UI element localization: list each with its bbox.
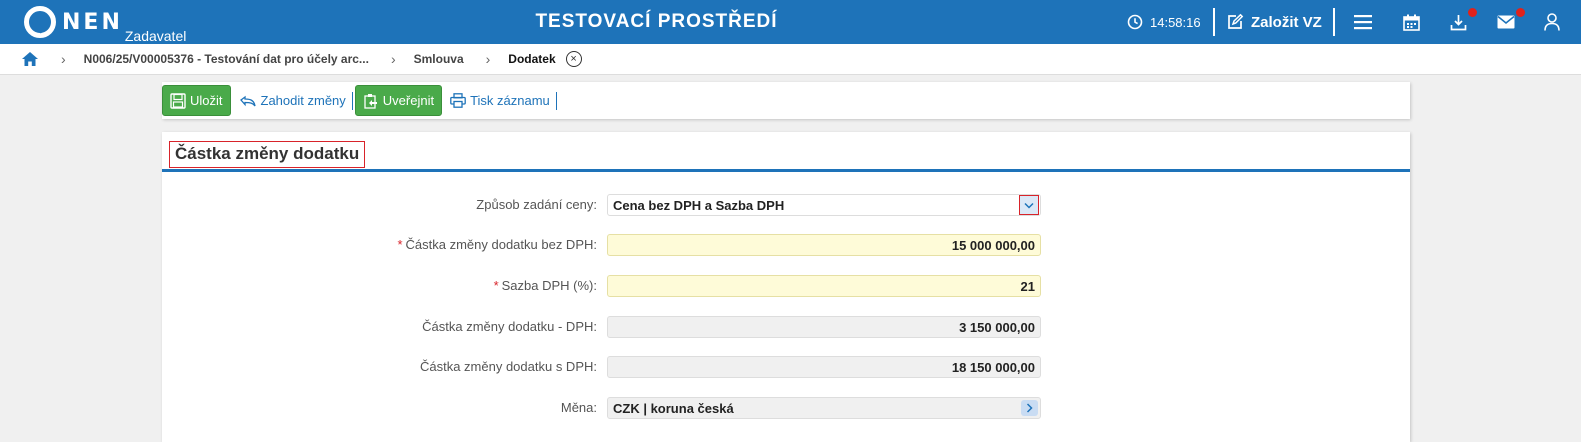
breadcrumb: › N006/25/V00005376 - Testování dat pro … [0,44,1581,75]
breadcrumb-item-tender[interactable]: N006/25/V00005376 - Testování dat pro úč… [84,52,369,66]
panel-header: Částka změny dodatku [162,132,1410,172]
home-icon[interactable] [21,51,39,67]
downloads-badge [1468,8,1477,17]
user-icon [1544,13,1560,31]
messages-badge [1516,8,1525,17]
publish-button[interactable]: Uveřejnit [354,85,443,116]
header-divider [1333,8,1335,36]
download-icon [1450,14,1467,30]
calendar-icon [1403,14,1420,31]
field-row-price-mode: Způsob zadání ceny: Cena bez DPH a Sazba… [162,194,1410,216]
amount-gross-value: 18 150 000,00 [607,356,1041,378]
breadcrumb-separator-icon: › [485,51,491,67]
field-row-amount-net: * Částka změny dodatku bez DPH: 15 000 00… [162,234,1410,256]
discard-changes-label: Zahodit změny [260,93,346,108]
save-label: Uložit [190,93,223,108]
save-icon [170,92,186,109]
vat-rate-label-text: Sazba DPH (%): [501,278,597,293]
amount-net-label: * Částka změny dodatku bez DPH: [397,237,597,252]
downloads-button[interactable] [1450,0,1477,44]
clock-time: 14:58:16 [1150,14,1201,30]
messages-button[interactable] [1497,0,1525,44]
field-row-amount-gross: Částka změny dodatku s DPH: 18 150 000,0… [162,356,1410,378]
create-tender-button[interactable]: Založit VZ [1226,0,1322,44]
calendar-button[interactable] [1403,0,1420,44]
print-record-label: Tisk záznamu [470,93,550,108]
user-button[interactable] [1544,0,1560,44]
field-row-currency: Měna: CZK | koruna česká [162,397,1410,419]
toolbar-divider [555,91,557,110]
save-button[interactable]: Uložit [162,85,231,116]
currency-value: CZK | koruna česká [607,397,1041,419]
clock-icon [1127,14,1143,30]
breadcrumb-item-contract[interactable]: Smlouva [414,52,464,66]
currency-detail-button[interactable] [1021,400,1038,416]
breadcrumb-separator-icon: › [390,51,396,67]
amount-net-input[interactable]: 15 000 000,00 [607,234,1041,256]
price-mode-label: Způsob zadání ceny: [476,197,597,212]
required-marker: * [397,237,403,252]
printer-icon [450,93,466,108]
currency-label: Měna: [560,400,597,415]
chevron-down-icon [1024,202,1034,209]
amendment-amount-panel: Částka změny dodatku Způsob zadání ceny:… [162,132,1410,442]
amount-net-label-text: Částka změny dodatku bez DPH: [405,237,597,252]
chevron-right-icon [1026,403,1033,413]
discard-changes-button[interactable]: Zahodit změny [235,93,350,108]
close-icon[interactable]: × [565,51,582,67]
panel-title: Částka změny dodatku [169,141,366,168]
edit-icon [1228,13,1244,29]
undo-icon [239,95,256,106]
vat-rate-label: * Sazba DPH (%): [494,278,597,293]
create-tender-label: Založit VZ [1251,13,1322,31]
vat-rate-input[interactable]: 21 [607,275,1041,297]
required-marker: * [493,278,499,293]
environment-title: TESTOVACÍ PROSTŘEDÍ [535,11,778,32]
header-divider [1213,8,1215,36]
publish-label: Uveřejnit [382,93,435,108]
amount-gross-label: Částka změny dodatku s DPH: [419,359,597,374]
session-clock: 14:58:16 [1127,0,1201,44]
breadcrumb-separator-icon: › [61,51,66,67]
price-mode-select[interactable]: Cena bez DPH a Sazba DPH [607,194,1041,216]
print-record-button[interactable]: Tisk záznamu [446,93,554,108]
field-row-vat-amount: Částka změny dodatku - DPH: 3 150 000,00 [162,316,1410,338]
menu-button[interactable] [1354,0,1372,44]
publish-icon [364,93,377,109]
field-row-vat-rate: * Sazba DPH (%): 21 [162,275,1410,297]
toolbar-divider [351,91,353,110]
vat-amount-label: Částka změny dodatku - DPH: [422,319,597,334]
price-mode-dropdown-button[interactable] [1019,195,1039,215]
breadcrumb-item-active: Dodatek [508,52,556,66]
mail-icon [1497,15,1515,29]
top-bar: NEN Zadavatel TESTOVACÍ PROSTŘEDÍ 14:58:… [0,0,1581,44]
menu-icon [1354,15,1372,30]
vat-amount-value: 3 150 000,00 [607,316,1041,338]
action-toolbar: Uložit Zahodit změny Uveřejnit Tisk zázn… [162,82,1410,119]
